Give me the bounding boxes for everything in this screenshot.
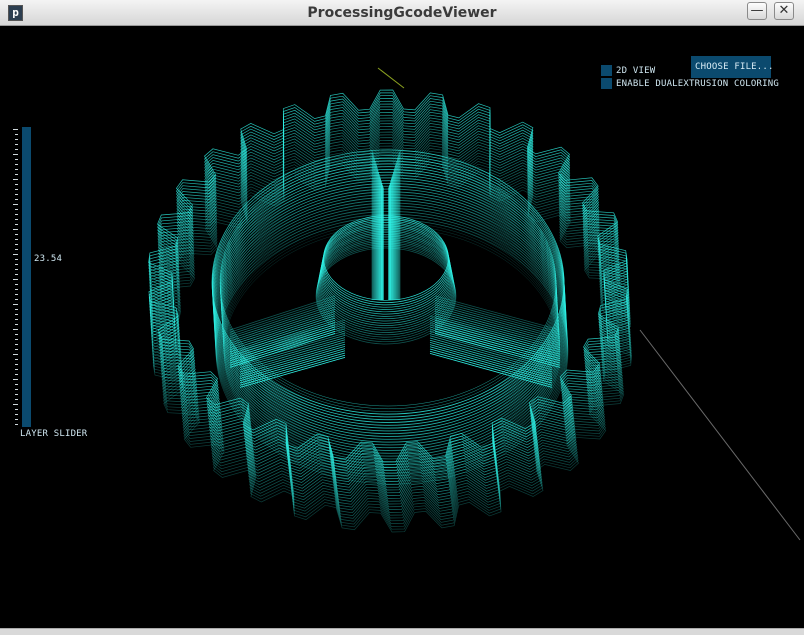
- close-icon: ✕: [778, 3, 790, 18]
- minimize-icon: —: [750, 3, 764, 18]
- layer-slider-ticks: [13, 129, 18, 425]
- gear-layers: [148, 89, 633, 533]
- layer-slider-label: LAYER SLIDER: [20, 429, 88, 439]
- layer-slider[interactable]: [22, 127, 31, 427]
- view-2d-toggle[interactable]: [601, 65, 612, 76]
- window-bottom-border: [0, 628, 804, 635]
- window-title: ProcessingGcodeViewer: [307, 5, 497, 21]
- close-button[interactable]: ✕: [774, 2, 794, 20]
- choose-file-label: CHOOSE FILE...: [695, 62, 774, 72]
- layer-slider-value: 23.54: [34, 254, 63, 264]
- gcode-toolpath-render[interactable]: [0, 26, 804, 628]
- view-2d-label: 2D VIEW: [616, 66, 656, 76]
- minimize-button[interactable]: —: [747, 2, 767, 20]
- choose-file-button[interactable]: CHOOSE FILE...: [691, 56, 774, 78]
- dual-extrusion-label: ENABLE DUALEXTRUSION COLORING: [616, 79, 779, 89]
- dual-extrusion-toggle[interactable]: [601, 78, 612, 89]
- window-titlebar[interactable]: p ProcessingGcodeViewer — ✕: [0, 0, 804, 26]
